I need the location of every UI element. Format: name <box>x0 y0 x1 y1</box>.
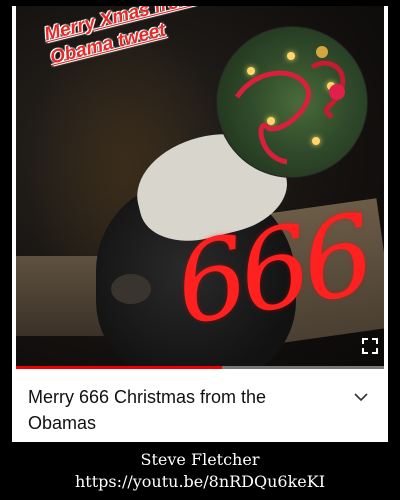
credit-author: Steve Fletcher <box>140 450 260 469</box>
ornament-closeup-inset <box>216 26 368 178</box>
fullscreen-icon[interactable] <box>362 338 378 354</box>
chevron-down-icon[interactable] <box>354 392 368 402</box>
dog-snout <box>111 274 151 304</box>
red-ornament-swirl <box>234 46 346 165</box>
progress-bar-fill <box>16 366 223 369</box>
screenshot-frame: Merry Xmas from Obama tweet 666 Merry 66… <box>12 6 388 442</box>
credit-url[interactable]: https://youtu.be/8nRDQu6keKI <box>0 472 400 491</box>
progress-bar[interactable] <box>16 366 384 369</box>
video-title: Merry 666 Christmas from the Obamas <box>28 387 267 433</box>
video-player[interactable]: Merry Xmas from Obama tweet 666 <box>16 6 384 368</box>
video-title-bar[interactable]: Merry 666 Christmas from the Obamas <box>16 374 384 440</box>
